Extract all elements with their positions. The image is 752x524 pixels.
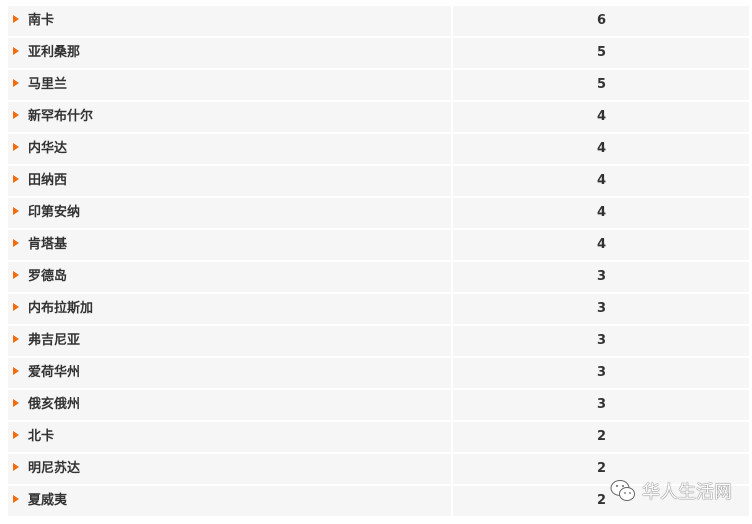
state-name: 田纳西 xyxy=(28,173,68,188)
state-cell: 明尼苏达 xyxy=(8,454,451,484)
triangle-bullet-icon xyxy=(13,463,19,471)
triangle-bullet-icon xyxy=(13,47,19,55)
state-cell: 内布拉斯加 xyxy=(8,294,451,324)
table-row[interactable]: 田纳西 4 xyxy=(8,166,749,196)
count-cell: 5 xyxy=(453,38,749,68)
state-table: 南卡 6 亚利桑那 5 马里兰 5 新罕布什尔 4 内华达 4 田纳西 4 印第安纳 4 肯塔基 4 罗德岛 3 内… xyxy=(8,6,749,518)
state-name: 内华达 xyxy=(28,141,68,156)
state-cell: 印第安纳 xyxy=(8,198,451,228)
triangle-bullet-icon xyxy=(13,367,19,375)
triangle-bullet-icon xyxy=(13,239,19,247)
state-cell: 内华达 xyxy=(8,134,451,164)
table-row[interactable]: 亚利桑那 5 xyxy=(8,38,749,68)
state-cell: 亚利桑那 xyxy=(8,38,451,68)
state-name: 南卡 xyxy=(28,13,55,28)
state-name: 新罕布什尔 xyxy=(28,109,94,124)
wechat-icon xyxy=(610,480,635,501)
count-cell: 3 xyxy=(453,262,749,292)
state-cell: 爱荷华州 xyxy=(8,358,451,388)
table-row[interactable]: 俄亥俄州 3 xyxy=(8,390,749,420)
state-name: 马里兰 xyxy=(28,77,68,92)
triangle-bullet-icon xyxy=(13,207,19,215)
table-row[interactable]: 弗吉尼亚 3 xyxy=(8,326,749,356)
state-name: 俄亥俄州 xyxy=(28,397,81,412)
state-name: 弗吉尼亚 xyxy=(28,333,81,348)
table-row[interactable]: 内华达 4 xyxy=(8,134,749,164)
state-name: 北卡 xyxy=(28,429,55,444)
table-row[interactable]: 内布拉斯加 3 xyxy=(8,294,749,324)
triangle-bullet-icon xyxy=(13,303,19,311)
table-row[interactable]: 印第安纳 4 xyxy=(8,198,749,228)
count-cell: 6 xyxy=(453,6,749,36)
state-name: 罗德岛 xyxy=(28,269,68,284)
table-row[interactable]: 南卡 6 xyxy=(8,6,749,36)
state-cell: 弗吉尼亚 xyxy=(8,326,451,356)
triangle-bullet-icon xyxy=(13,495,19,503)
count-cell: 4 xyxy=(453,134,749,164)
count-cell: 3 xyxy=(453,358,749,388)
table-row[interactable]: 新罕布什尔 4 xyxy=(8,102,749,132)
state-cell: 新罕布什尔 xyxy=(8,102,451,132)
state-name: 夏威夷 xyxy=(28,493,68,508)
state-cell: 俄亥俄州 xyxy=(8,390,451,420)
state-name: 印第安纳 xyxy=(28,205,81,220)
state-cell: 马里兰 xyxy=(8,70,451,100)
count-cell: 3 xyxy=(453,326,749,356)
count-cell: 3 xyxy=(453,294,749,324)
count-cell: 5 xyxy=(453,70,749,100)
table-row[interactable]: 肯塔基 4 xyxy=(8,230,749,260)
count-cell: 4 xyxy=(453,230,749,260)
state-name: 亚利桑那 xyxy=(28,45,81,60)
state-name: 肯塔基 xyxy=(28,237,68,252)
count-cell: 4 xyxy=(453,166,749,196)
triangle-bullet-icon xyxy=(13,79,19,87)
state-cell: 南卡 xyxy=(8,6,451,36)
state-name: 爱荷华州 xyxy=(28,365,81,380)
count-cell: 4 xyxy=(453,198,749,228)
table-row[interactable]: 爱荷华州 3 xyxy=(8,358,749,388)
triangle-bullet-icon xyxy=(13,271,19,279)
table-row[interactable]: 马里兰 5 xyxy=(8,70,749,100)
watermark-text: 华人生活网 xyxy=(642,482,732,503)
state-cell: 肯塔基 xyxy=(8,230,451,260)
triangle-bullet-icon xyxy=(13,175,19,183)
table-row[interactable]: 罗德岛 3 xyxy=(8,262,749,292)
state-cell: 罗德岛 xyxy=(8,262,451,292)
count-cell: 4 xyxy=(453,102,749,132)
triangle-bullet-icon xyxy=(13,335,19,343)
table-row[interactable]: 北卡 2 xyxy=(8,422,749,452)
triangle-bullet-icon xyxy=(13,111,19,119)
state-name: 内布拉斯加 xyxy=(28,301,94,316)
triangle-bullet-icon xyxy=(13,143,19,151)
count-cell: 3 xyxy=(453,390,749,420)
watermark: 华人生活网 xyxy=(610,478,732,504)
count-cell: 2 xyxy=(453,422,749,452)
state-cell: 田纳西 xyxy=(8,166,451,196)
triangle-bullet-icon xyxy=(13,15,19,23)
state-name: 明尼苏达 xyxy=(28,461,81,476)
state-cell: 夏威夷 xyxy=(8,486,451,516)
triangle-bullet-icon xyxy=(13,431,19,439)
state-cell: 北卡 xyxy=(8,422,451,452)
triangle-bullet-icon xyxy=(13,399,19,407)
